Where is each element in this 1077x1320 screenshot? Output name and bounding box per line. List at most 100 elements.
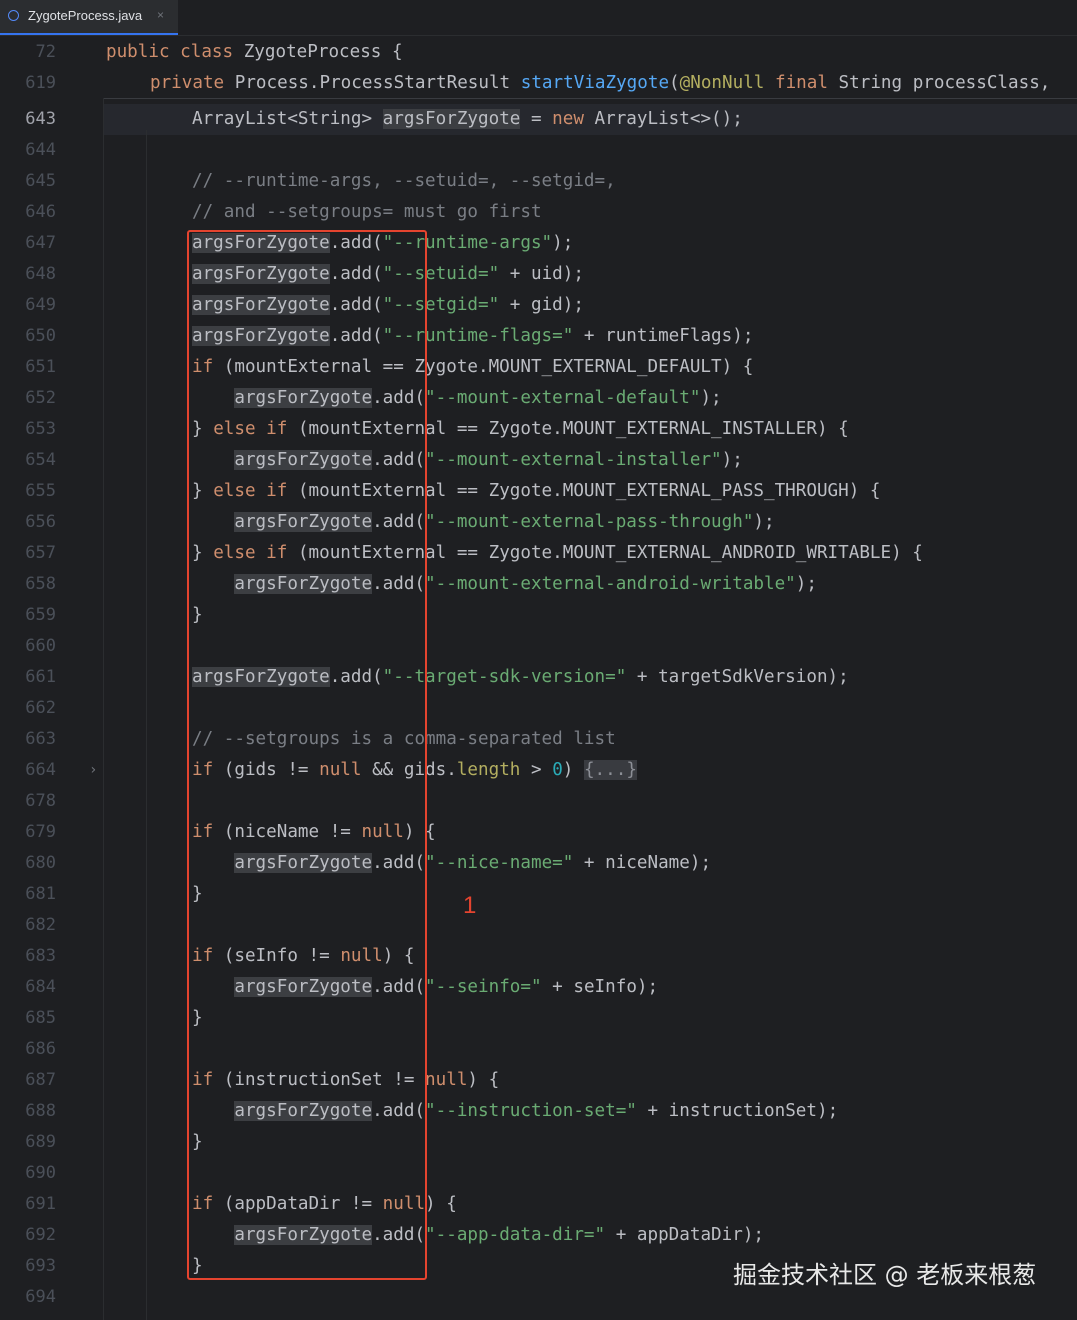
- line-number: 690: [25, 1163, 56, 1183]
- line-number: 689: [25, 1132, 56, 1152]
- line-number: 692: [25, 1225, 56, 1245]
- line-number: 678: [25, 791, 56, 811]
- code-token: ): [562, 760, 584, 780]
- code-token: );: [552, 233, 574, 253]
- line-number: 683: [25, 946, 56, 966]
- line-number: 687: [25, 1070, 56, 1090]
- annotation-number: 1: [463, 892, 477, 919]
- sticky-code-line[interactable]: public class ZygoteProcess {: [106, 37, 403, 68]
- code-token: final: [774, 73, 839, 93]
- code-token: @NonNull: [679, 73, 775, 93]
- code-token: );: [700, 388, 722, 408]
- line-number: 662: [25, 698, 56, 718]
- line-number: 72: [35, 42, 56, 62]
- code-token: ArrayList<String>: [192, 109, 383, 129]
- code-token: // and --setgroups= must go first: [192, 202, 542, 222]
- line-number: 646: [25, 202, 56, 222]
- line-number: 660: [25, 636, 56, 656]
- code-token: + runtimeFlags);: [573, 326, 754, 346]
- code-token: + appDataDir);: [605, 1225, 765, 1245]
- tab-label: ZygoteProcess.java: [28, 8, 143, 23]
- line-number: 655: [25, 481, 56, 501]
- code-token: String processClass,: [838, 73, 1051, 93]
- line-number: 645: [25, 171, 56, 191]
- code-token: null: [425, 1070, 468, 1090]
- code-token: ArrayList<>();: [594, 109, 743, 129]
- code-token: startViaZygote: [520, 73, 670, 93]
- code-line[interactable]: // and --setgroups= must go first: [192, 197, 542, 228]
- line-number: 664: [25, 760, 56, 780]
- code-token: 0: [552, 760, 563, 780]
- code-token: "--instruction-set=": [425, 1101, 637, 1121]
- sticky-lines-header: 72 public class ZygoteProcess { 619 private…: [0, 36, 1077, 99]
- line-number: 688: [25, 1101, 56, 1121]
- line-number: 693: [25, 1256, 56, 1276]
- code-token: ZygoteProcess {: [243, 42, 403, 62]
- line-number: 686: [25, 1039, 56, 1059]
- code-token: + niceName);: [573, 853, 712, 873]
- sticky-code-line[interactable]: private Process.ProcessStartResult start…: [150, 68, 1050, 99]
- code-token: "--mount-external-pass-through": [425, 512, 754, 532]
- line-number: 685: [25, 1008, 56, 1028]
- code-token: "--nice-name=": [425, 853, 574, 873]
- line-number: 663: [25, 729, 56, 749]
- line-number: 651: [25, 357, 56, 377]
- line-number: 682: [25, 915, 56, 935]
- line-number: 650: [25, 326, 56, 346]
- line-number: 691: [25, 1194, 56, 1214]
- code-token: public class: [106, 42, 244, 62]
- code-token: );: [795, 574, 817, 594]
- line-number: 681: [25, 884, 56, 904]
- code-line[interactable]: // --runtime-args, --setuid=, --setgid=,: [192, 166, 616, 197]
- line-number: 652: [25, 388, 56, 408]
- code-token: "--app-data-dir=": [425, 1225, 606, 1245]
- line-number: 619: [25, 73, 56, 93]
- annotation-highlight-box: [187, 230, 427, 1280]
- code-token: + seInfo);: [541, 977, 659, 997]
- line-number: 680: [25, 853, 56, 873]
- line-number: 648: [25, 264, 56, 284]
- code-token: private: [150, 73, 235, 93]
- watermark: 掘金技术社区 @ 老板来根葱: [733, 1261, 1037, 1289]
- code-token: "--mount-external-installer": [425, 450, 722, 470]
- line-number: 694: [25, 1287, 56, 1307]
- line-number: 653: [25, 419, 56, 439]
- line-number: 644: [25, 140, 56, 160]
- editor-tab-bar: ZygoteProcess.java ×: [0, 0, 1077, 36]
- code-token: >: [520, 760, 553, 780]
- code-token: new: [552, 109, 595, 129]
- code-token: "--seinfo=": [425, 977, 542, 997]
- code-token: + gid);: [499, 295, 584, 315]
- line-number: 679: [25, 822, 56, 842]
- line-number: 649: [25, 295, 56, 315]
- line-number: 661: [25, 667, 56, 687]
- line-number: 647: [25, 233, 56, 253]
- code-line[interactable]: ArrayList<String> argsForZygote = new Ar…: [192, 104, 743, 135]
- line-number: 656: [25, 512, 56, 532]
- fold-chevron-right-icon[interactable]: ›: [89, 762, 97, 778]
- line-number: 658: [25, 574, 56, 594]
- code-token: );: [753, 512, 775, 532]
- code-token: ) {: [467, 1070, 500, 1090]
- code-token: + uid);: [499, 264, 584, 284]
- code-token: ) {: [425, 1194, 457, 1214]
- line-number-gutter: 643 644 645 646 647 648 649 650 651 652 653 654 655 6…: [0, 98, 104, 1320]
- close-icon[interactable]: ×: [157, 8, 164, 22]
- line-number: 659: [25, 605, 56, 625]
- code-token: // --runtime-args, --setuid=, --setgid=,: [192, 171, 616, 191]
- code-token: );: [721, 450, 743, 470]
- code-token: + targetSdkVersion);: [626, 667, 849, 687]
- java-class-icon: [8, 10, 19, 21]
- line-number: 654: [25, 450, 56, 470]
- identifier-highlight: argsForZygote: [382, 109, 521, 129]
- line-number: 657: [25, 543, 56, 563]
- code-token: "--mount-external-android-writable": [425, 574, 796, 594]
- code-token: length: [456, 760, 521, 780]
- line-number: 643: [25, 109, 56, 129]
- code-token: + instructionSet);: [636, 1101, 839, 1121]
- gutter-divider: [103, 98, 104, 1320]
- code-token: Process.ProcessStartResult: [234, 73, 521, 93]
- line-number: 684: [25, 977, 56, 997]
- tab-zygoteprocess-java[interactable]: ZygoteProcess.java ×: [0, 0, 178, 35]
- folded-block[interactable]: {...}: [583, 760, 637, 780]
